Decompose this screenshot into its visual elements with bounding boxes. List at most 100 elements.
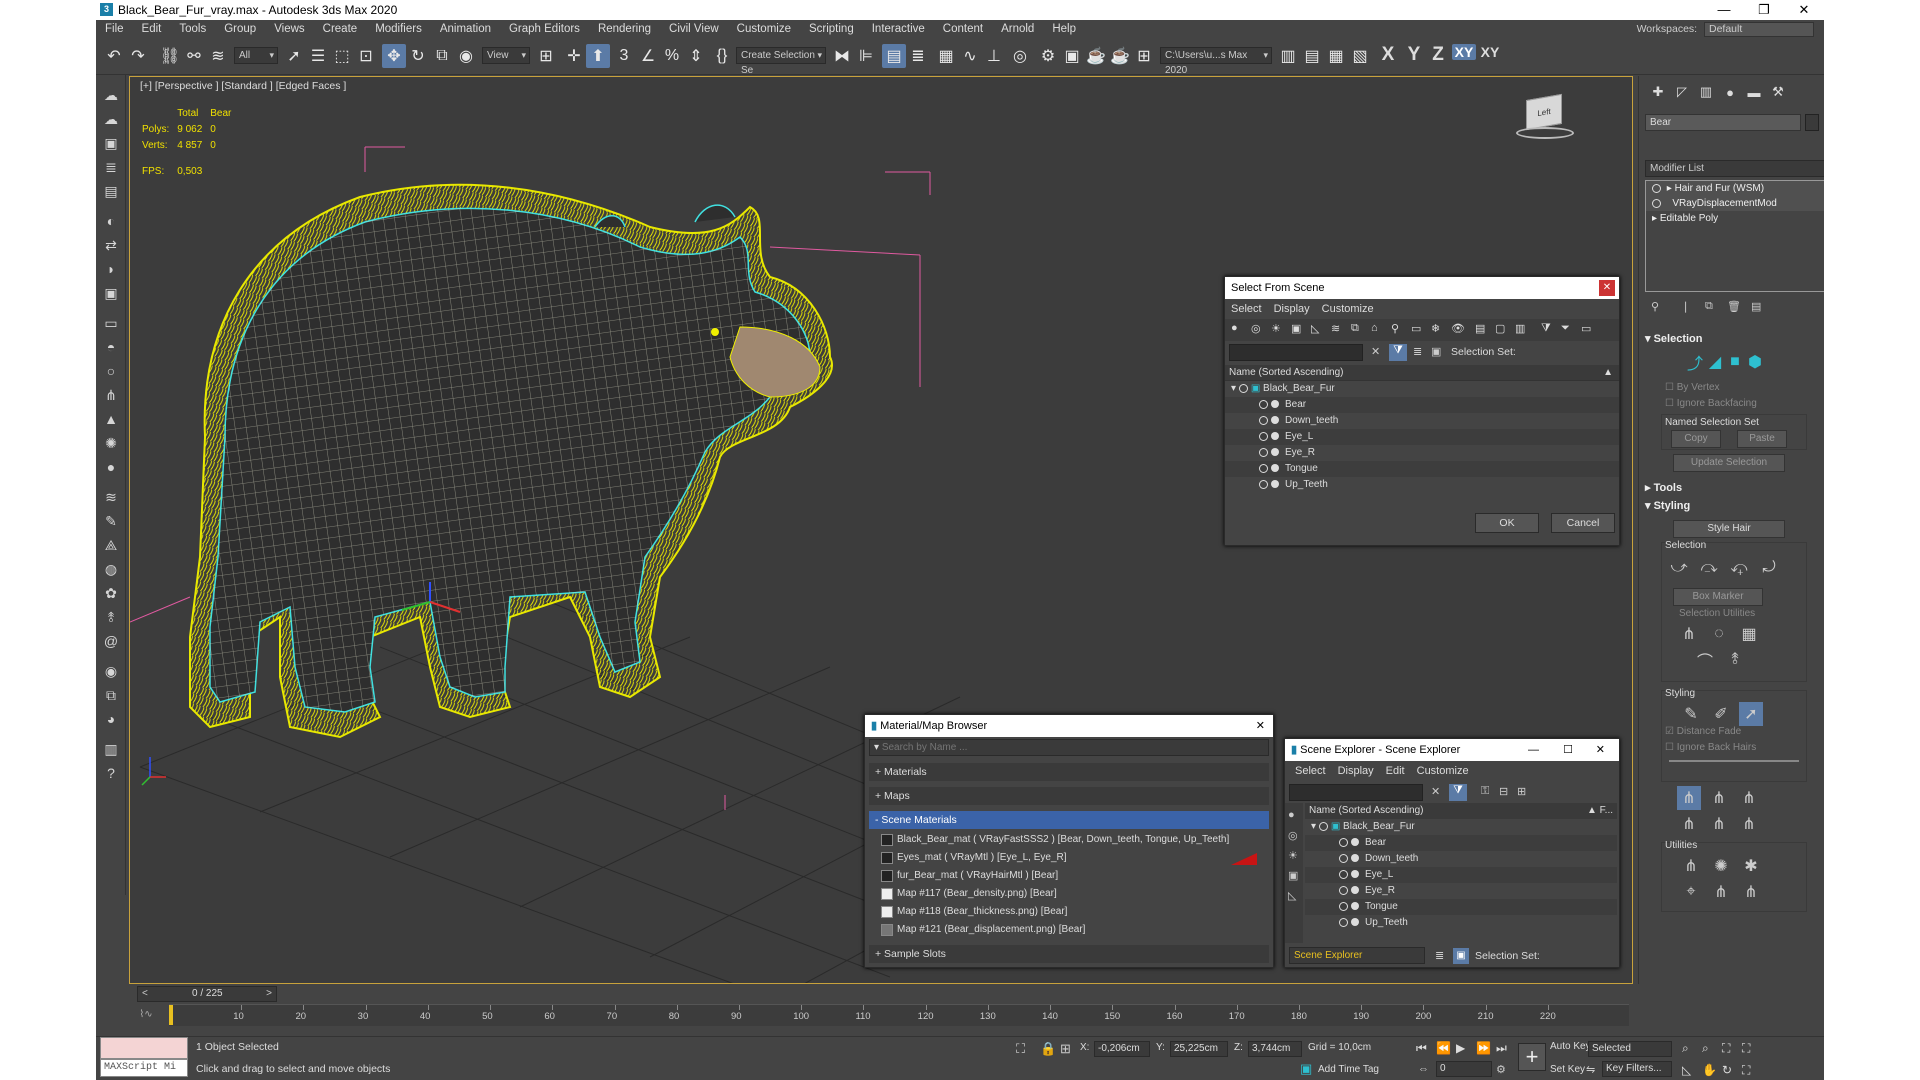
select-scale-icon[interactable]: ⧉ [430,44,454,68]
sfs-select-none-icon[interactable]: ▢ [1495,322,1505,335]
sfs-select-invert-icon[interactable]: ▥ [1515,322,1525,335]
sfs-search-input[interactable] [1229,344,1363,361]
sfs-filter-active-icon[interactable]: ⧩ [1389,344,1407,361]
isolate-selection-icon[interactable]: ⛶ [1016,1041,1025,1057]
mmb-item-map-118[interactable]: Map #118 (Bear_thickness.png) [Bear] [879,903,1265,921]
rect-selection-icon[interactable]: ⬚ [330,44,354,68]
sfs-row-eye-r[interactable]: Eye_R [1225,445,1619,461]
se-minimize-button[interactable]: — [1528,739,1539,761]
pin-stack-icon[interactable]: ⚲ [1651,300,1659,313]
dome-icon[interactable]: ◓ [101,337,121,357]
z-coordinate-field[interactable]: 3,744cm [1248,1041,1302,1057]
fur-icon[interactable]: ≋ [101,487,121,507]
styling-mode-icon-3[interactable]: ⋔ [1737,786,1761,810]
bind-spacewarp-icon[interactable]: ≋ [206,44,230,68]
mmb-search-input[interactable] [881,741,1242,754]
triangle-mesh-icon[interactable]: ⟁ [101,535,121,555]
menu-create[interactable]: Create [314,20,367,39]
styling-mode-icon-1[interactable]: ⋔ [1677,786,1701,810]
se-filter-geometry-icon[interactable]: ● [1288,809,1295,821]
maxscript-mini-listener[interactable]: MAXScript Mi [100,1059,188,1077]
select-rotate-icon[interactable]: ↻ [406,44,430,68]
set-key-button[interactable]: Set Key [1550,1064,1585,1075]
window-crossing-icon[interactable]: ⊡ [354,44,378,68]
render-production-icon[interactable]: ☕ [1084,44,1108,68]
open-icon[interactable]: ▦ [1324,44,1348,68]
rollout-selection[interactable]: ▾ Selection [1645,331,1819,347]
field-of-view-icon[interactable]: ◺ [1682,1063,1691,1077]
mmb-item-map-121[interactable]: Map #121 (Bear_displacement.png) [Bear] [879,921,1265,939]
rollout-styling[interactable]: ▾ Styling [1645,498,1819,514]
axis-xy-cycle-button[interactable]: XY [1478,44,1502,60]
sfs-folder-icon[interactable]: ▭ [1581,322,1591,335]
mmb-item-eyes-mat[interactable]: Eyes_mat ( VRayMtl ) [Eye_L, Eye_R] [879,849,1265,867]
goto-end-icon[interactable]: ⏭ [1496,1041,1507,1056]
mmb-item-map-117[interactable]: Map #117 (Bear_density.png) [Bear] [879,885,1265,903]
key-selection-dropdown[interactable]: Selected [1588,1041,1672,1057]
sphere-icon[interactable]: ○ [101,361,121,381]
plant-icon[interactable]: ✿ [101,583,121,603]
time-config-icon[interactable]: ⚙ [1496,1063,1506,1076]
axis-x-button[interactable]: X [1376,44,1400,66]
render-iterative-icon[interactable]: ☕ [1108,44,1132,68]
mmb-item-black-bear-mat[interactable]: Black_Bear_mat ( VRayFastSSS2 ) [Bear, D… [879,831,1265,849]
snaps-toggle-icon[interactable]: 3 [612,44,636,68]
sfs-filter-lights-icon[interactable]: ☀ [1271,322,1281,335]
sfs-filter-spacewarps-icon[interactable]: ≋ [1331,322,1340,335]
sky-icon[interactable]: ☁ [101,109,121,129]
light-bulb-icon[interactable]: ◐ [101,211,121,231]
se-clear-search-icon[interactable]: ✕ [1431,785,1440,798]
zoom-all-icon[interactable]: ⌕ [1702,1041,1709,1056]
se-footer-selection-set-icon[interactable]: ▣ [1453,948,1469,964]
sfs-clear-search-icon[interactable]: ✕ [1371,345,1380,358]
toggle-ribbon-icon[interactable]: ▦ [934,44,958,68]
sfs-row-tongue[interactable]: Tongue [1225,461,1619,477]
time-slider-prev-icon[interactable]: < [142,988,148,999]
modifier-vray-displacement[interactable]: VRayDisplacementMod [1646,196,1824,211]
se-search-input[interactable] [1289,784,1423,801]
comb-icon[interactable]: ✎ [1679,702,1703,726]
cone-icon[interactable]: ▲ [101,409,121,429]
render-frame-grid-icon[interactable]: ⊞ [1132,44,1156,68]
se-maximize-button[interactable]: ☐ [1563,739,1573,761]
plane-icon[interactable]: ▭ [101,313,121,333]
mmb-item-fur-bear-mat[interactable]: fur_Bear_mat ( VRayHairMtl ) [Bear] [879,867,1265,885]
paste-button[interactable]: Paste [1737,430,1787,448]
se-row-down-teeth[interactable]: Down_teeth [1305,851,1617,867]
menu-file[interactable]: File [96,20,133,39]
menu-animation[interactable]: Animation [431,20,500,39]
sfs-menu-display[interactable]: Display [1268,299,1316,319]
se-link-icon[interactable]: ⊞ [1517,785,1526,798]
sfs-cancel-button[interactable]: Cancel [1551,513,1615,533]
sfs-row-up-teeth[interactable]: Up_Teeth [1225,477,1619,493]
sfs-column-header[interactable]: Name (Sorted Ascending) ▲ [1225,365,1619,381]
mmb-section-scene-materials[interactable]: - Scene Materials [869,811,1269,829]
mmb-close-button[interactable]: ✕ [1256,715,1265,737]
viewcube[interactable]: Left [1510,87,1580,147]
utility-icon-3[interactable]: ✱ [1739,854,1763,878]
update-selection-button[interactable]: Update Selection [1673,454,1785,472]
sfs-select-all-icon[interactable]: ▤ [1475,322,1485,335]
sfs-filter-helpers-icon[interactable]: ◺ [1311,322,1319,335]
se-row-bear[interactable]: Bear [1305,835,1617,851]
se-explorer-name-dropdown[interactable]: Scene Explorer [1289,947,1425,964]
select-manipulate-icon[interactable]: ✛ [562,44,586,68]
y-coordinate-field[interactable]: 25,225cm [1170,1041,1228,1057]
goto-start-icon[interactable]: ⏮ [1416,1041,1427,1056]
curve-editor-mini-icon[interactable]: ⌇∿ [131,1006,161,1024]
hair-brush-active-icon[interactable]: ➚ [1739,702,1763,726]
show-end-result-icon[interactable]: ❘ [1681,300,1690,313]
auto-key-button[interactable]: Auto Key [1550,1041,1591,1052]
remove-modifier-icon[interactable]: 🗑 [1727,300,1741,313]
axis-y-button[interactable]: Y [1402,44,1426,66]
sfs-row-bear[interactable]: Bear [1225,397,1619,413]
close-button[interactable]: ✕ [1784,0,1824,20]
spinner-snap-icon[interactable]: ⇕ [684,44,708,68]
styling-mode-icon-4[interactable]: ⋔ [1677,812,1701,836]
project-folder-icon[interactable]: ▥ [1276,44,1300,68]
axis-z-button[interactable]: Z [1426,44,1450,66]
key-mode-toggle-icon[interactable]: ⇔ [1418,1063,1429,1075]
brush-icon[interactable]: ✐ [1709,702,1733,726]
sfs-filter-groups-icon[interactable]: ⧉ [1351,322,1359,335]
sfs-layers-icon[interactable]: ≣ [1413,345,1422,358]
